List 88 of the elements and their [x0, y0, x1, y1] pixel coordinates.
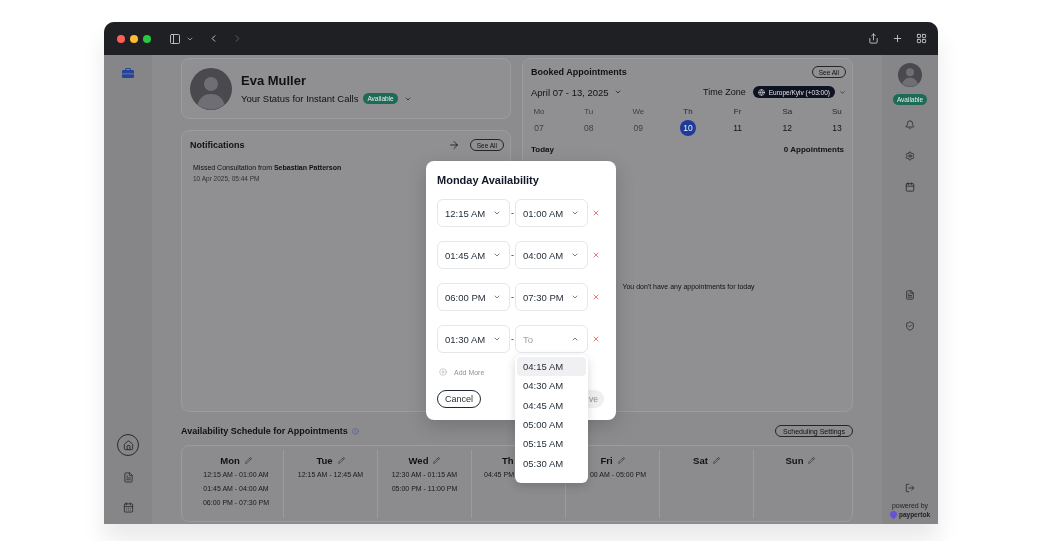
info-icon[interactable]	[351, 427, 359, 435]
home-icon	[122, 439, 134, 451]
time-select[interactable]: 06:00 PM	[437, 283, 510, 311]
weekday-label: Tu	[584, 107, 594, 117]
range-dash-text: -	[510, 208, 515, 218]
edit-icon[interactable]	[808, 456, 816, 464]
shield-icon[interactable]	[905, 321, 915, 331]
profile-name: Eva Muller	[241, 72, 307, 89]
bell-icon[interactable]	[905, 120, 915, 130]
calendar-date[interactable]: 13	[828, 120, 845, 136]
dropdown-option[interactable]: 04:15 AM	[517, 357, 586, 377]
calendar-date[interactable]: 11	[729, 120, 746, 136]
edit-icon[interactable]	[617, 456, 625, 464]
time-select[interactable]: 01:00 AM	[515, 199, 588, 227]
window-minimize-button[interactable]	[130, 34, 138, 43]
day-heading: Wed	[408, 454, 429, 466]
caret-icon	[493, 209, 501, 217]
weekday-label: Mo	[533, 107, 545, 117]
remove-icon[interactable]	[592, 335, 600, 343]
edit-icon[interactable]	[433, 456, 441, 464]
edit-icon[interactable]	[337, 456, 345, 464]
caret-icon	[493, 293, 501, 301]
settings-icon[interactable]	[905, 151, 915, 161]
dropdown-option[interactable]: 05:15 AM	[517, 434, 586, 454]
arrow-right-icon[interactable]	[447, 139, 460, 151]
day-heading: Mon	[220, 454, 240, 466]
range-dash-text: -	[510, 250, 515, 260]
section-title: Availability Schedule for Appointments	[181, 426, 348, 436]
globe-icon	[757, 88, 765, 96]
avatar-placeholder	[898, 63, 922, 87]
appointment-count: 0 Appointments	[783, 144, 844, 154]
caret-icon	[493, 251, 501, 259]
weekday-label: Su	[832, 107, 842, 117]
range-dash-text: -	[510, 292, 515, 302]
date-range-picker[interactable]: April 07 - 13, 2025	[531, 86, 622, 98]
remove-icon[interactable]	[592, 293, 600, 301]
logout-icon[interactable]	[905, 483, 915, 493]
caret-icon	[571, 293, 579, 301]
dropdown-option[interactable]: 05:30 AM	[517, 453, 586, 473]
dropdown-option[interactable]: 05:00 AM	[517, 414, 586, 435]
range-dash-text: -	[510, 334, 515, 344]
edit-icon[interactable]	[244, 456, 252, 464]
logo-icon	[889, 511, 897, 519]
window-close-button[interactable]	[117, 34, 125, 43]
sidebar-icon[interactable]	[169, 32, 181, 45]
calendar-date[interactable]: 10	[679, 120, 696, 136]
card-title: Booked Appointments	[531, 67, 627, 77]
day-heading: Sun	[785, 454, 804, 466]
share-icon[interactable]	[868, 33, 879, 44]
calendar-icon[interactable]	[122, 502, 134, 513]
remove-icon[interactable]	[592, 209, 600, 217]
weekday-label: Sa	[782, 107, 793, 117]
time-zone-label: Time Zone	[703, 87, 746, 97]
weekday-label: Fr	[733, 107, 742, 117]
day-heading: Fri	[600, 454, 613, 466]
today-label: Today	[531, 144, 554, 154]
secondary-button[interactable]: Cancel	[437, 390, 481, 408]
document-icon[interactable]	[905, 290, 915, 300]
caret-icon	[493, 335, 501, 343]
card-title: Notifications	[190, 140, 245, 150]
time-select[interactable]: 12:15 AM	[437, 199, 510, 227]
plus-circle-icon	[439, 368, 447, 376]
status-label: Your Status for Instant Calls	[241, 93, 359, 104]
time-select[interactable]: 01:30 AM	[437, 325, 510, 353]
caret-icon[interactable]	[839, 88, 846, 96]
calendar-icon[interactable]	[905, 182, 915, 192]
time-select[interactable]: 04:00 AM	[515, 241, 588, 269]
plus-icon[interactable]	[892, 33, 903, 44]
time-select[interactable]: 01:45 AM	[437, 241, 510, 269]
caret-icon	[571, 335, 579, 343]
grid-icon[interactable]	[916, 33, 927, 44]
day-heading: Th	[502, 454, 514, 466]
avatar-placeholder	[190, 67, 232, 110]
remove-icon[interactable]	[592, 251, 600, 259]
day-heading: Sat	[693, 454, 708, 466]
time-select[interactable]: 07:30 PM	[515, 283, 588, 311]
day-heading: Tue	[316, 454, 333, 466]
caret-icon	[613, 88, 622, 96]
calendar-date[interactable]: 12	[779, 120, 796, 136]
window-zoom-button[interactable]	[143, 34, 151, 43]
edit-icon[interactable]	[712, 456, 720, 464]
briefcase-icon[interactable]	[122, 68, 134, 78]
caret-icon	[571, 251, 579, 259]
caret-icon	[571, 209, 579, 217]
dialog-title: Monday Availability	[437, 173, 539, 187]
weekday-label: We	[632, 107, 645, 117]
document-icon[interactable]	[122, 472, 134, 483]
weekday-label: Th	[683, 107, 693, 117]
